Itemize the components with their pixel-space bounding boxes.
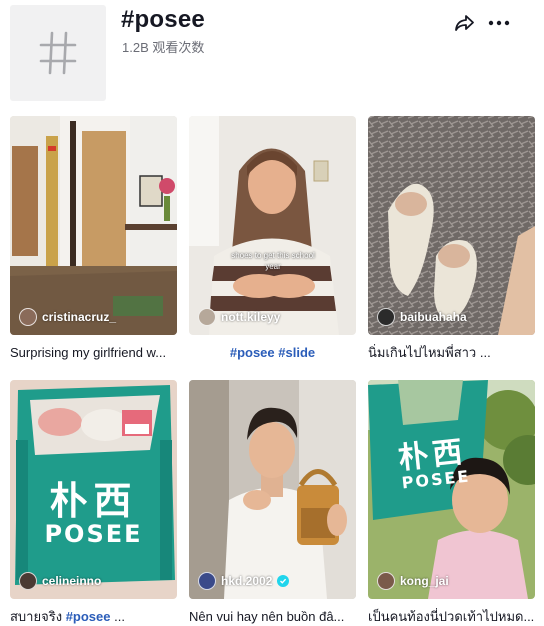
video-card[interactable]: 朴西 POSEE kong_jai เป็นคนท้องนี่ปวดเท้าไป… [368, 380, 535, 626]
hashtag-link[interactable]: #slide [278, 345, 315, 360]
video-author[interactable]: cristinacruz_ [19, 308, 116, 326]
video-card[interactable]: cristinacruz_ Surprising my girlfriend w… [10, 116, 177, 362]
video-caption[interactable]: เป็นคนท้องนี่ปวดเท้าไปหมด... [368, 608, 535, 626]
author-username: hkd.2002 [221, 574, 273, 588]
video-card[interactable]: shoes to get this school year nott.kiley… [189, 116, 356, 362]
hashtag-cover [10, 5, 106, 101]
video-author[interactable]: baibuahaha [377, 308, 467, 326]
bag-brand-cn: 朴西 [49, 479, 138, 523]
ellipsis-icon [488, 20, 510, 26]
bag-brand-en: POSEE [44, 520, 143, 548]
video-thumbnail-image [10, 116, 177, 335]
video-thumbnail-image [189, 380, 356, 599]
video-thumbnail[interactable]: baibuahaha [368, 116, 535, 335]
author-username: nott.kileyy [221, 310, 281, 324]
hashtag-header: #posee 1.2B 观看次数 [0, 0, 544, 110]
video-caption[interactable]: Surprising my girlfriend w... [10, 344, 177, 362]
avatar [19, 572, 37, 590]
video-caption: สบายจริง #posee ... [10, 608, 177, 626]
video-author[interactable]: celineinno [19, 572, 101, 590]
author-username: kong_jai [400, 574, 449, 588]
caption-text: สบายจริง [10, 609, 63, 624]
avatar [377, 572, 395, 590]
caption-ellipsis: ... [114, 609, 125, 624]
video-caption: #posee #slide [189, 344, 356, 362]
author-username: baibuahaha [400, 310, 467, 324]
avatar [377, 308, 395, 326]
video-caption[interactable]: นิ่มเกินไปไหมพี่สาว ... [368, 344, 535, 362]
video-thumbnail[interactable]: 朴西 POSEE kong_jai [368, 380, 535, 599]
view-count: 1.2B 观看次数 [122, 40, 205, 55]
hash-icon [39, 31, 77, 75]
author-username: cristinacruz_ [42, 310, 117, 324]
video-thumbnail-image [189, 116, 356, 335]
author-username: celineinno [42, 574, 102, 588]
video-thumbnail[interactable]: cristinacruz_ [10, 116, 177, 335]
video-thumbnail-image [368, 116, 535, 335]
page-title: #posee [121, 6, 205, 33]
hashtag-link[interactable]: #posee [230, 345, 275, 360]
avatar [19, 308, 37, 326]
video-caption[interactable]: Nên vui hay nên buồn đâ... [189, 608, 356, 626]
avatar [198, 572, 216, 590]
video-card[interactable]: 朴西 POSEE celineinno สบายจริง #posee ... [10, 380, 177, 626]
hashtag-link[interactable]: #posee [66, 609, 111, 624]
verified-badge-icon [277, 575, 290, 587]
more-options-button[interactable] [486, 10, 512, 36]
video-thumbnail[interactable]: hkd.2002 [189, 380, 356, 599]
video-author[interactable]: hkd.2002 [198, 572, 290, 590]
video-overlay-text: shoes to get this school year [231, 251, 315, 271]
avatar [198, 308, 216, 326]
video-author[interactable]: kong_jai [377, 572, 449, 590]
video-thumbnail[interactable]: 朴西 POSEE celineinno [10, 380, 177, 599]
share-button[interactable] [452, 10, 478, 36]
video-card[interactable]: hkd.2002 Nên vui hay nên buồn đâ... [189, 380, 356, 626]
video-card[interactable]: baibuahaha นิ่มเกินไปไหมพี่สาว ... [368, 116, 535, 362]
video-author[interactable]: nott.kileyy [198, 308, 280, 326]
video-thumbnail[interactable]: shoes to get this school year nott.kiley… [189, 116, 356, 335]
share-icon [455, 15, 474, 31]
